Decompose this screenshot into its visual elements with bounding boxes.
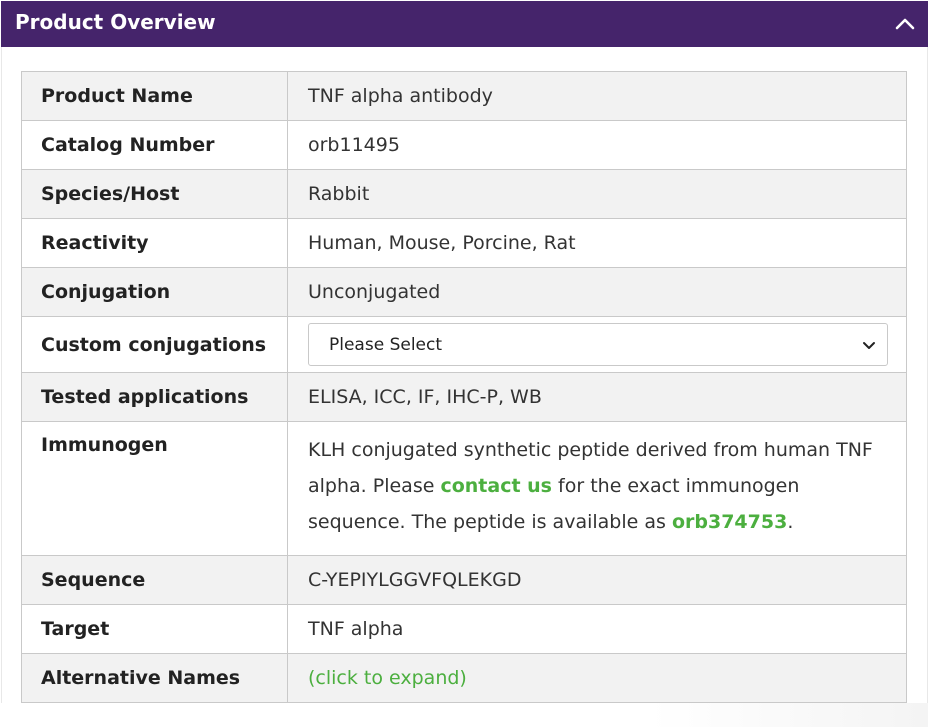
- immunogen-text-3: .: [787, 511, 794, 533]
- table-row: Tested applications ELISA, ICC, IF, IHC-…: [21, 372, 907, 422]
- expand-alternative-names-link[interactable]: (click to expand): [308, 667, 467, 689]
- row-value-tested-applications: ELISA, ICC, IF, IHC-P, WB: [287, 372, 907, 422]
- row-value-custom-conjugations: Please Select: [287, 316, 907, 373]
- table-row: Reactivity Human, Mouse, Porcine, Rat: [21, 218, 907, 268]
- row-label-custom-conjugations: Custom conjugations: [21, 316, 288, 373]
- row-value-product-name: TNF alpha antibody: [287, 71, 907, 121]
- row-value-alternative-names: (click to expand): [287, 653, 907, 703]
- contact-us-link[interactable]: contact us: [440, 475, 552, 497]
- row-label-catalog-number: Catalog Number: [21, 120, 288, 170]
- row-value-catalog-number: orb11495: [287, 120, 907, 170]
- row-label-reactivity: Reactivity: [21, 218, 288, 268]
- row-label-sequence: Sequence: [21, 555, 288, 605]
- row-value-immunogen: KLH conjugated synthetic peptide derived…: [287, 421, 907, 556]
- table-row: Target TNF alpha: [21, 604, 907, 654]
- peptide-product-link[interactable]: orb374753: [672, 511, 787, 533]
- panel-header[interactable]: Product Overview: [1, 1, 928, 47]
- row-label-species-host: Species/Host: [21, 169, 288, 219]
- table-row: Species/Host Rabbit: [21, 169, 907, 219]
- select-current-value: Please Select: [329, 335, 443, 355]
- table-row: Custom conjugations Please Select: [21, 316, 907, 373]
- chevron-down-icon: [863, 342, 875, 349]
- table-row: Catalog Number orb11495: [21, 120, 907, 170]
- table-row: Alternative Names (click to expand): [21, 653, 907, 703]
- row-value-conjugation: Unconjugated: [287, 267, 907, 317]
- row-label-conjugation: Conjugation: [21, 267, 288, 317]
- row-value-species-host: Rabbit: [287, 169, 907, 219]
- table-row: Product Name TNF alpha antibody: [21, 71, 907, 121]
- row-label-tested-applications: Tested applications: [21, 372, 288, 422]
- panel-bottom-shadow: [1, 703, 928, 727]
- table-row: Sequence C-YEPIYLGGVFQLEKGD: [21, 555, 907, 605]
- chevron-up-icon: [895, 18, 915, 30]
- row-label-immunogen: Immunogen: [21, 421, 288, 556]
- custom-conjugation-select[interactable]: Please Select: [308, 323, 888, 366]
- table-row: Immunogen KLH conjugated synthetic pepti…: [21, 421, 907, 556]
- row-label-alternative-names: Alternative Names: [21, 653, 288, 703]
- table-row: Conjugation Unconjugated: [21, 267, 907, 317]
- row-label-product-name: Product Name: [21, 71, 288, 121]
- row-value-target: TNF alpha: [287, 604, 907, 654]
- collapse-button[interactable]: [892, 11, 918, 37]
- product-spec-table: Product Name TNF alpha antibody Catalog …: [21, 71, 907, 703]
- row-value-reactivity: Human, Mouse, Porcine, Rat: [287, 218, 907, 268]
- row-value-sequence: C-YEPIYLGGVFQLEKGD: [287, 555, 907, 605]
- row-label-target: Target: [21, 604, 288, 654]
- panel-title: Product Overview: [15, 10, 216, 34]
